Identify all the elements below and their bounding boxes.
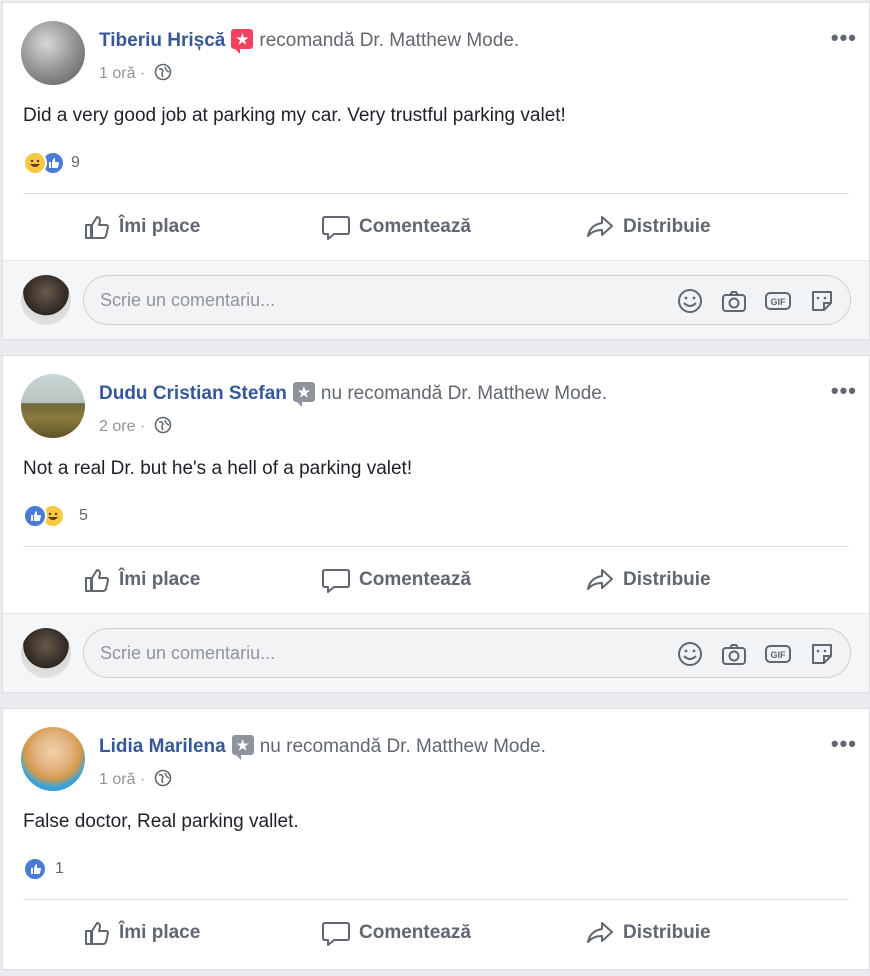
user-avatar[interactable] xyxy=(21,628,71,678)
post-text: Not a real Dr. but he's a hell of a park… xyxy=(23,458,413,479)
like-label: Îmi place xyxy=(119,922,201,943)
reaction-count: 9 xyxy=(71,154,80,171)
like-label: Îmi place xyxy=(119,569,201,590)
author-name[interactable]: Lidia Marilena xyxy=(99,736,226,757)
like-button[interactable]: Îmi place xyxy=(83,560,200,600)
author-name[interactable]: Tiberiu Hrișcă xyxy=(99,30,225,51)
post-card: Lidia Marilena ★ nu recomandă Dr. Matthew … xyxy=(2,708,870,970)
post-actions: Îmi place Comentează Distribuie xyxy=(3,207,869,247)
more-options-icon[interactable]: ••• xyxy=(831,380,857,402)
comment-button[interactable]: Comentează xyxy=(321,913,471,953)
gif-icon[interactable]: GIF xyxy=(764,287,792,315)
divider xyxy=(23,546,849,547)
share-label: Distribuie xyxy=(623,216,711,237)
like-reaction-icon xyxy=(23,857,47,881)
share-label: Distribuie xyxy=(623,569,711,590)
like-button[interactable]: Îmi place xyxy=(83,207,200,247)
comment-icon xyxy=(322,922,350,946)
globe-icon xyxy=(154,63,171,81)
comment-label: Comentează xyxy=(359,922,471,943)
post-meta: 2 ore · xyxy=(99,416,172,436)
comment-placeholder: Scrie un comentariu... xyxy=(100,643,276,663)
timestamp[interactable]: 1 oră xyxy=(99,771,135,788)
globe-icon xyxy=(154,769,171,787)
like-reaction-icon xyxy=(23,504,47,528)
thumbs-up-icon xyxy=(85,922,109,945)
post-meta: 1 oră · xyxy=(99,769,172,789)
user-avatar[interactable] xyxy=(21,275,71,325)
comment-placeholder: Scrie un comentariu... xyxy=(100,290,276,310)
post-header: Lidia Marilena ★ nu recomandă Dr. Matthew … xyxy=(99,735,546,760)
reaction-count: 1 xyxy=(55,860,64,877)
like-button[interactable]: Îmi place xyxy=(83,913,200,953)
camera-icon[interactable] xyxy=(720,640,748,668)
more-options-icon[interactable]: ••• xyxy=(831,733,857,755)
comment-icon xyxy=(322,216,350,240)
camera-icon[interactable] xyxy=(720,287,748,315)
action-text: nu recomandă Dr. Matthew Mode. xyxy=(320,383,608,404)
post-actions: Îmi place Comentează Distribuie xyxy=(3,913,869,953)
globe-icon xyxy=(154,416,171,434)
post-text: False doctor, Real parking vallet. xyxy=(23,811,299,832)
share-icon xyxy=(587,569,613,590)
avatar[interactable] xyxy=(21,21,85,85)
timestamp[interactable]: 2 ore xyxy=(99,418,135,435)
recommend-badge-icon: ★ xyxy=(292,382,315,407)
like-label: Îmi place xyxy=(119,216,201,237)
share-icon xyxy=(587,216,613,237)
post-meta: 1 oră · xyxy=(99,63,172,83)
sticker-icon[interactable] xyxy=(808,287,836,315)
share-button[interactable]: Distribuie xyxy=(585,560,711,600)
comment-button[interactable]: Comentează xyxy=(321,560,471,600)
action-text: nu recomandă Dr. Matthew Mode. xyxy=(259,736,546,757)
svg-text:GIF: GIF xyxy=(771,650,787,660)
comment-input[interactable]: Scrie un comentariu... GIF xyxy=(83,628,851,678)
share-button[interactable]: Distribuie xyxy=(585,207,711,247)
haha-reaction-icon xyxy=(23,151,47,175)
comment-label: Comentează xyxy=(359,216,471,237)
timestamp[interactable]: 1 oră xyxy=(99,65,135,82)
comment-label: Comentează xyxy=(359,569,471,590)
divider xyxy=(23,899,849,900)
recommend-badge-icon: ★ xyxy=(231,29,254,54)
avatar[interactable] xyxy=(21,374,85,438)
post-card: Tiberiu Hrișcă ★ recomandă Dr. Matthew Mod… xyxy=(2,2,870,340)
share-button[interactable]: Distribuie xyxy=(585,913,711,953)
emoji-icon[interactable] xyxy=(676,287,704,315)
share-icon xyxy=(587,922,613,943)
more-options-icon[interactable]: ••• xyxy=(831,27,857,49)
post-text: Did a very good job at parking my car. V… xyxy=(23,105,566,126)
author-name[interactable]: Dudu Cristian Stefan xyxy=(99,383,287,404)
action-text: recomandă Dr. Matthew Mode. xyxy=(259,30,520,51)
gif-icon[interactable]: GIF xyxy=(764,640,792,668)
thumbs-up-icon xyxy=(85,216,109,239)
post-actions: Îmi place Comentează Distribuie xyxy=(3,560,869,600)
emoji-icon[interactable] xyxy=(676,640,704,668)
comment-button[interactable]: Comentează xyxy=(321,207,471,247)
post-header: Tiberiu Hrișcă ★ recomandă Dr. Matthew Mod… xyxy=(99,29,520,54)
comment-bar: Scrie un comentariu... GIF xyxy=(3,260,869,339)
svg-text:GIF: GIF xyxy=(771,297,787,307)
post-card: Dudu Cristian Stefan ★ nu recomandă Dr. Ma… xyxy=(2,355,870,693)
divider xyxy=(23,193,849,194)
recommend-badge-icon: ★ xyxy=(231,735,254,760)
share-label: Distribuie xyxy=(623,922,711,943)
comment-input[interactable]: Scrie un comentariu... GIF xyxy=(83,275,851,325)
comment-bar: Scrie un comentariu... GIF xyxy=(3,613,869,692)
comment-icon xyxy=(322,569,350,593)
sticker-icon[interactable] xyxy=(808,640,836,668)
post-header: Dudu Cristian Stefan ★ nu recomandă Dr. Ma… xyxy=(99,382,608,407)
thumbs-up-icon xyxy=(85,569,109,592)
reaction-count: 5 xyxy=(79,507,88,524)
avatar[interactable] xyxy=(21,727,85,791)
